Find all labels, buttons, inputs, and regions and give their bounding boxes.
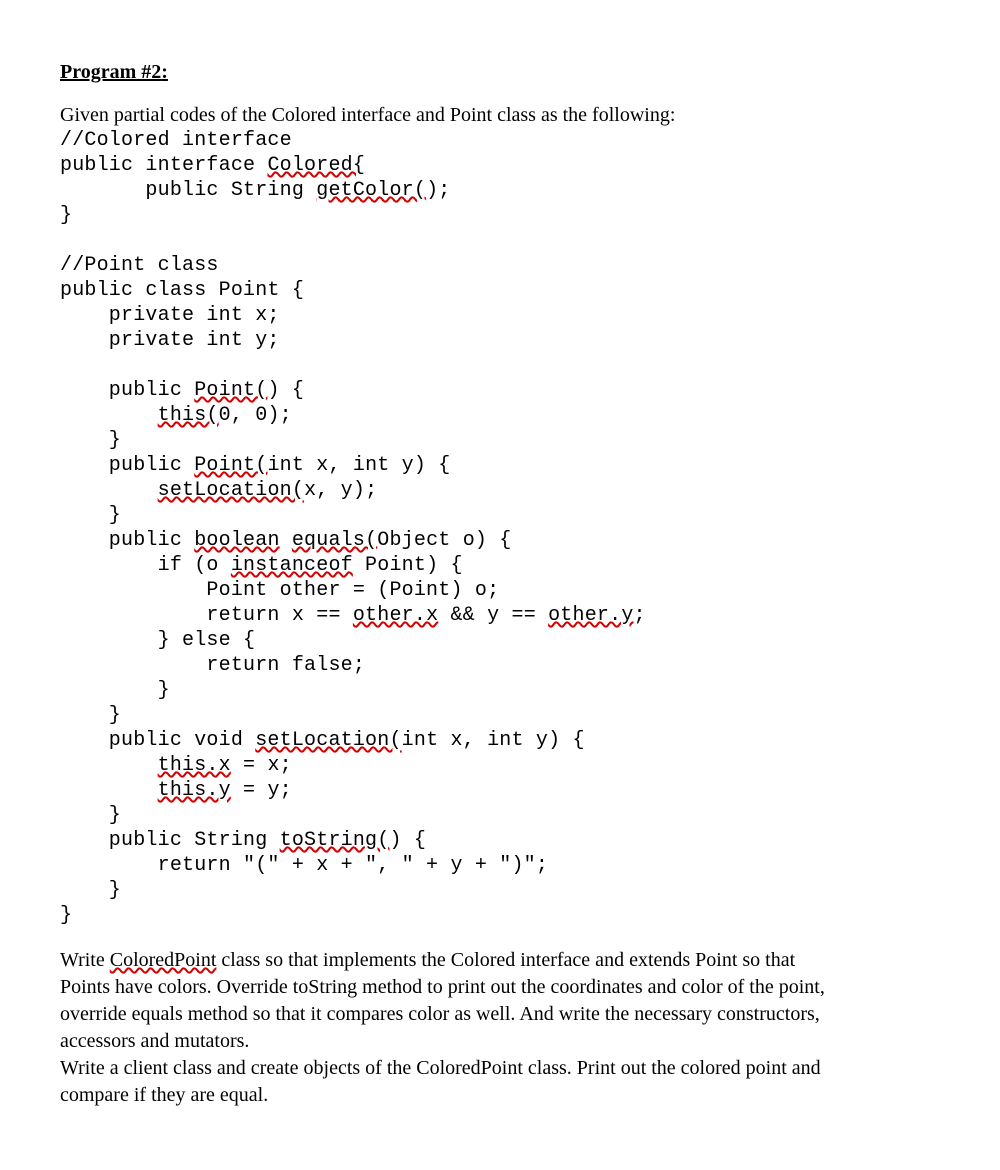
instruction-line: compare if they are equal.	[60, 1083, 940, 1108]
code-line: //Colored interface	[60, 129, 292, 152]
code-squiggle: this.y	[158, 779, 231, 802]
code-line: return x == other.x && y == other.y;	[60, 604, 646, 627]
code-squiggle: setLocation(	[158, 479, 304, 502]
code-squiggle: getColor(	[316, 179, 426, 202]
document-body: Program #2: Given partial codes of the C…	[60, 60, 940, 1108]
code-line: //Point class	[60, 254, 219, 277]
code-line: public class Point {	[60, 279, 304, 302]
intro-text: Given partial codes of the Colored inter…	[60, 103, 940, 128]
instruction-line: accessors and mutators.	[60, 1029, 940, 1054]
code-squiggle: this.x	[158, 754, 231, 777]
code-line: setLocation(x, y);	[60, 479, 377, 502]
instruction-line: Write ColoredPoint class so that impleme…	[60, 948, 940, 973]
code-squiggle: setLocation(	[255, 729, 401, 752]
code-line: }	[60, 804, 121, 827]
code-line: } else {	[60, 629, 255, 652]
code-line: }	[60, 504, 121, 527]
instruction-line: Write a client class and create objects …	[60, 1056, 940, 1081]
code-line: }	[60, 879, 121, 902]
code-squiggle: other.y	[548, 604, 633, 627]
instruction-line: Points have colors. Override toString me…	[60, 975, 940, 1000]
code-squiggle: other.x	[353, 604, 438, 627]
code-line: }	[60, 429, 121, 452]
code-squiggle: Colored{	[267, 154, 365, 177]
code-line: }	[60, 704, 121, 727]
code-line: }	[60, 204, 72, 227]
code-squiggle: Point(	[194, 454, 267, 477]
code-line: this.y = y;	[60, 779, 292, 802]
code-line: private int y;	[60, 329, 280, 352]
code-line: this.x = x;	[60, 754, 292, 777]
instruction-line: override equals method so that it compar…	[60, 1002, 940, 1027]
program-heading: Program #2:	[60, 60, 940, 85]
code-line: public Point() {	[60, 379, 304, 402]
code-squiggle: Point(	[194, 379, 267, 402]
code-squiggle: toString(	[280, 829, 390, 852]
code-line: public boolean equals(Object o) {	[60, 529, 512, 552]
code-squiggle: ColoredPoint	[110, 949, 217, 971]
code-line: public void setLocation(int x, int y) {	[60, 729, 585, 752]
code-line: public String toString() {	[60, 829, 426, 852]
code-line: Point other = (Point) o;	[60, 579, 499, 602]
code-block: //Colored interface public interface Col…	[60, 128, 940, 928]
code-line: return "(" + x + ", " + y + ")";	[60, 854, 548, 877]
code-line: }	[60, 679, 170, 702]
code-line: this(0, 0);	[60, 404, 292, 427]
code-line: if (o instanceof Point) {	[60, 554, 463, 577]
code-line: }	[60, 904, 72, 927]
code-squiggle: equals(	[292, 529, 377, 552]
code-squiggle: this(	[158, 404, 219, 427]
code-line: public String getColor();	[60, 179, 450, 202]
instructions-block: Write ColoredPoint class so that impleme…	[60, 948, 940, 1108]
code-line: public interface Colored{	[60, 154, 365, 177]
code-line: private int x;	[60, 304, 280, 327]
heading-colon: :	[161, 61, 168, 83]
code-line: return false;	[60, 654, 365, 677]
code-squiggle: boolean	[194, 529, 279, 552]
heading-text: Program #2	[60, 61, 161, 83]
code-squiggle: instanceof	[231, 554, 353, 577]
code-line: public Point(int x, int y) {	[60, 454, 450, 477]
